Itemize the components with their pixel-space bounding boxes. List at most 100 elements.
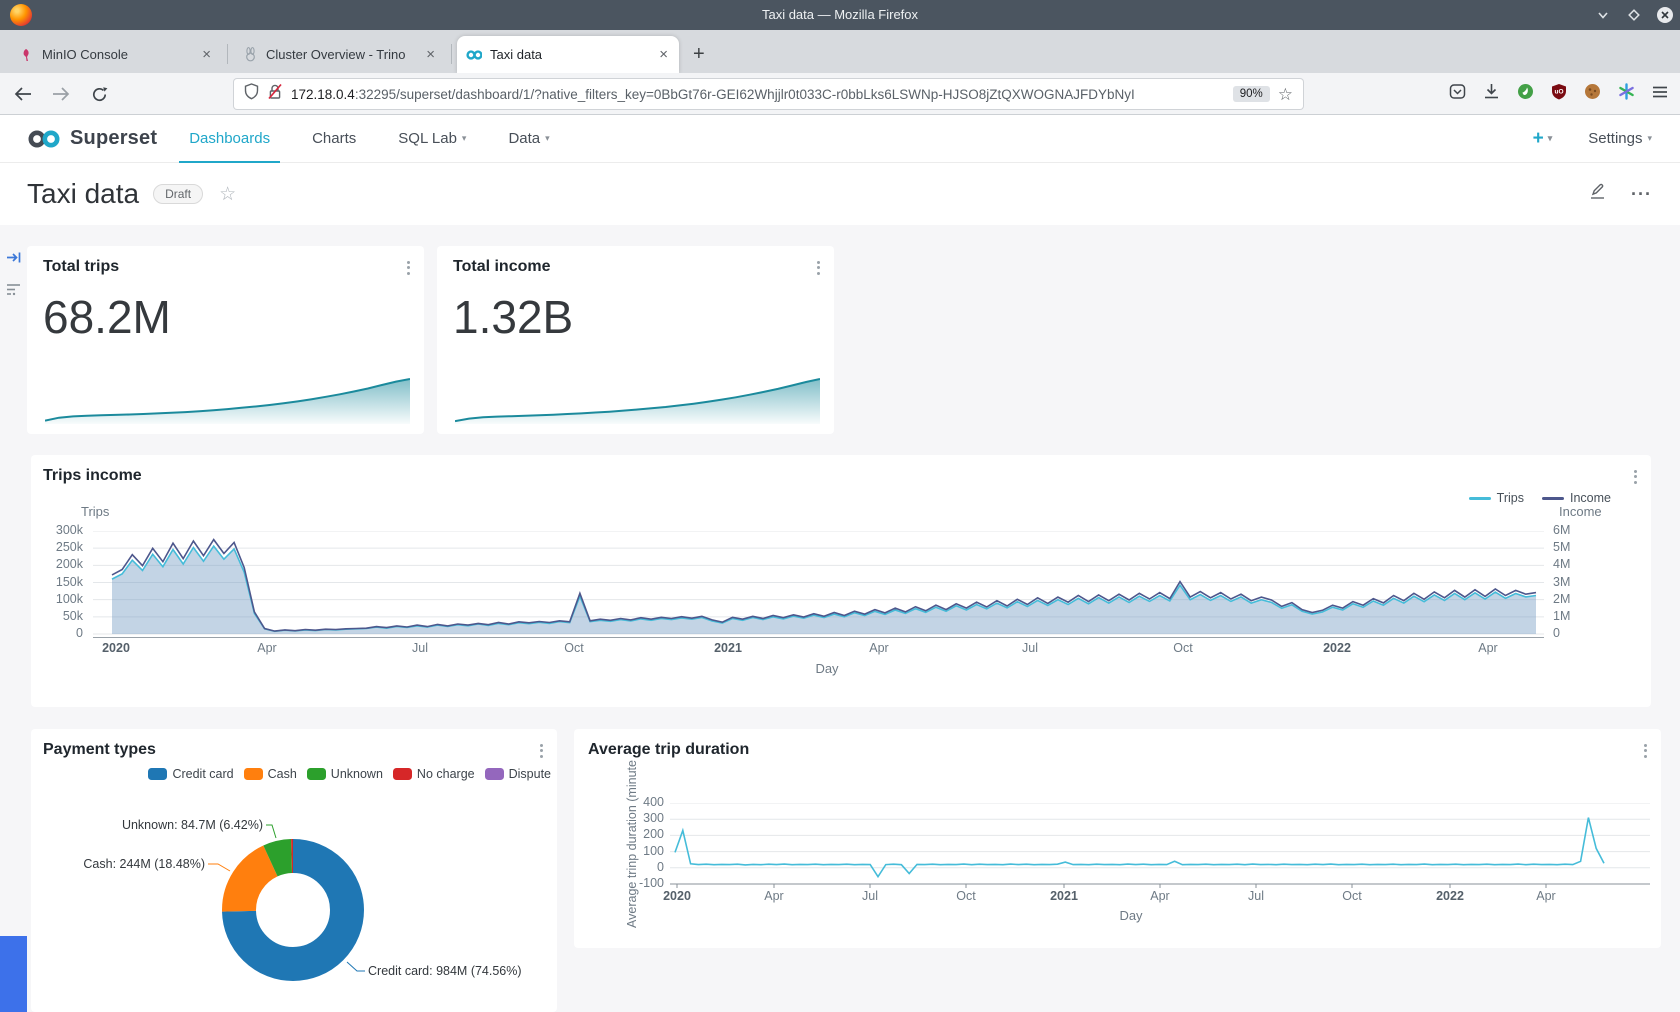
shield-icon[interactable]	[244, 83, 259, 105]
page-title: Taxi data	[27, 178, 139, 210]
url-host: 172.18.0.4	[291, 87, 355, 102]
nav-sql-lab[interactable]: SQL Lab▾	[388, 115, 476, 163]
axis-tick-label: 400	[624, 795, 664, 809]
insecure-lock-icon[interactable]	[267, 83, 283, 105]
legend-item-dispute[interactable]: Dispute	[485, 767, 551, 781]
favorite-star-icon[interactable]: ☆	[219, 183, 236, 206]
legend-item-no-charge[interactable]: No charge	[393, 767, 475, 781]
more-options-icon[interactable]: ···	[1631, 184, 1652, 205]
legend-item-cash[interactable]: Cash	[244, 767, 297, 781]
total-trips-sparkline-chart[interactable]	[45, 374, 410, 424]
axis-tick-label: 0	[1553, 626, 1593, 640]
url-text[interactable]: 172.18.0.4:32295/superset/dashboard/1/?n…	[291, 87, 1135, 102]
trino-favicon-icon	[242, 47, 258, 63]
axis-tick-label: 2020	[647, 889, 707, 903]
legend-item-income[interactable]: Income	[1542, 491, 1611, 505]
tab-close-icon[interactable]: ×	[200, 46, 213, 63]
left-axis-title: Trips	[81, 504, 109, 519]
axis-tick-label: 100	[624, 844, 664, 858]
kebab-menu-icon[interactable]	[540, 741, 543, 760]
filter-icon[interactable]	[6, 282, 23, 301]
pocket-icon[interactable]	[1449, 83, 1466, 105]
axis-tick-label: 150k	[43, 575, 83, 589]
ublock-origin-icon[interactable]: uO	[1551, 83, 1567, 105]
caret-down-icon: ▾	[1548, 133, 1553, 144]
axis-tick-label: Apr	[1458, 641, 1518, 655]
axis-tick-label: 2M	[1553, 592, 1593, 606]
menu-icon[interactable]	[1652, 85, 1668, 104]
trips-income-chart[interactable]	[93, 531, 1544, 643]
extension-green-icon[interactable]	[1517, 83, 1534, 105]
caret-down-icon: ▾	[462, 133, 467, 144]
x-axis-title: Day	[1071, 908, 1191, 923]
tab-minio-console[interactable]: MinIO Console ×	[9, 36, 222, 73]
big-number-value: 1.32B	[453, 290, 573, 344]
back-icon[interactable]	[10, 81, 36, 107]
brand-name: Superset	[70, 127, 157, 150]
expand-filter-bar-icon[interactable]	[6, 250, 23, 270]
tab-label: Taxi data	[490, 47, 649, 62]
nav-data[interactable]: Data▾	[498, 115, 559, 163]
nav-label: Charts	[312, 130, 356, 147]
axis-tick-label: 2021	[1034, 889, 1094, 903]
chart-legend: Trips Income	[1469, 491, 1611, 505]
axis-tick-label: 1M	[1553, 609, 1593, 623]
legend-item-trips[interactable]: Trips	[1469, 491, 1524, 505]
axis-tick-label: Oct	[936, 889, 996, 903]
tab-separator	[227, 44, 228, 64]
nav-dashboards[interactable]: Dashboards	[179, 115, 280, 163]
legend-label: Dispute	[509, 767, 551, 781]
nav-label: Dashboards	[189, 130, 270, 147]
chart-title: Average trip duration	[588, 741, 749, 759]
svg-text:uO: uO	[1554, 89, 1563, 96]
settings-menu[interactable]: Settings▾	[1588, 130, 1652, 147]
axis-tick-label: Apr	[237, 641, 297, 655]
svg-text:Credit card: 984M (74.56%): Credit card: 984M (74.56%)	[368, 964, 522, 978]
browser-toolbar: 172.18.0.4:32295/superset/dashboard/1/?n…	[0, 73, 1680, 115]
bookmark-star-icon[interactable]: ☆	[1278, 86, 1293, 103]
reload-icon[interactable]	[86, 81, 112, 107]
legend-label: Income	[1570, 491, 1611, 505]
total-income-sparkline-chart[interactable]	[455, 374, 820, 424]
kebab-menu-icon[interactable]	[817, 258, 820, 277]
x-axis-title: Day	[767, 661, 887, 676]
axis-tick-label: -100	[624, 876, 664, 890]
tab-trino[interactable]: Cluster Overview - Trino ×	[233, 36, 446, 73]
nav-charts[interactable]: Charts	[302, 115, 366, 163]
axis-tick-label: Oct	[1322, 889, 1382, 903]
legend-label: Cash	[268, 767, 297, 781]
download-icon[interactable]	[1483, 83, 1500, 105]
window-maximize-icon[interactable]	[1625, 6, 1643, 24]
axis-tick-label: Jul	[1000, 641, 1060, 655]
tab-taxi-data[interactable]: Taxi data ×	[457, 36, 679, 73]
edit-dashboard-icon[interactable]	[1588, 182, 1607, 206]
avg-trip-duration-chart[interactable]	[670, 803, 1650, 893]
kebab-menu-icon[interactable]	[1644, 741, 1647, 760]
new-item-button[interactable]: +▾	[1533, 128, 1553, 150]
window-minimize-icon[interactable]	[1594, 6, 1612, 24]
new-tab-button[interactable]: +	[693, 42, 705, 66]
right-axis-title: Income	[1559, 504, 1602, 519]
axis-tick-label: 300k	[43, 523, 83, 537]
card-trips-income: Trips income Trips Income Trips Income D…	[31, 455, 1651, 707]
legend-item-unknown[interactable]: Unknown	[307, 767, 383, 781]
cookie-extension-icon[interactable]	[1584, 83, 1601, 105]
axis-tick-label: Jul	[840, 889, 900, 903]
window-close-icon[interactable]	[1656, 6, 1674, 24]
axis-tick-label: 250k	[43, 540, 83, 554]
multicolor-asterisk-extension-icon[interactable]	[1618, 83, 1635, 105]
forward-icon[interactable]	[48, 81, 74, 107]
tab-close-icon[interactable]: ×	[424, 46, 437, 63]
legend-item-credit-card[interactable]: Credit card	[148, 767, 233, 781]
axis-tick-label: 100k	[43, 592, 83, 606]
filter-bar-highlight-strip[interactable]	[0, 936, 27, 1012]
kebab-menu-icon[interactable]	[407, 258, 410, 277]
superset-logo[interactable]: Superset	[27, 127, 157, 150]
tab-strip: MinIO Console × Cluster Overview - Trino…	[0, 30, 1680, 73]
kebab-menu-icon[interactable]	[1634, 467, 1637, 486]
tab-close-icon[interactable]: ×	[657, 46, 670, 63]
url-bar[interactable]: 172.18.0.4:32295/superset/dashboard/1/?n…	[234, 79, 1303, 109]
zoom-level-badge[interactable]: 90%	[1233, 86, 1270, 102]
card-payment-types: Unknown: 84.7M (6.42%)Cash: 244M (18.48%…	[31, 729, 557, 1012]
dashboard-body: Total trips 68.2M Total income 1.32B Tri…	[0, 225, 1680, 1012]
